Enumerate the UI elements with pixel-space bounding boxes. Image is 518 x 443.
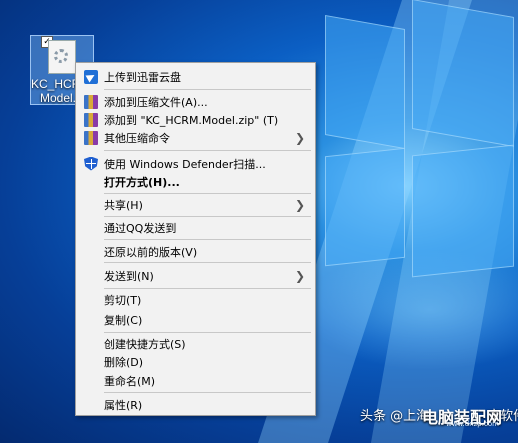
menu-separator	[104, 150, 311, 151]
menu-separator	[104, 392, 311, 393]
chevron-right-icon: ❯	[295, 197, 306, 212]
menu-item-properties[interactable]: 属性(R)	[78, 394, 313, 415]
archive-icon	[84, 130, 98, 145]
menu-separator	[104, 89, 311, 90]
menu-separator	[104, 262, 311, 263]
archive-icon	[84, 112, 98, 127]
menu-item-delete[interactable]: 删除(D)	[78, 351, 313, 372]
menu-item-restore-versions[interactable]: 还原以前的版本(V)	[78, 241, 313, 262]
menu-item-share[interactable]: 共享(H) ❯	[78, 194, 313, 215]
menu-item-other-compress[interactable]: 其他压缩命令 ❯	[78, 127, 313, 148]
menu-item-rename[interactable]: 重命名(M)	[78, 370, 313, 391]
defender-shield-icon	[84, 156, 98, 171]
menu-item-send-via-qq[interactable]: 通过QQ发送到	[78, 217, 313, 238]
menu-item-cut[interactable]: 剪切(T)	[78, 289, 313, 310]
windows-logo-pane	[412, 144, 514, 278]
windows-logo-pane	[412, 0, 514, 147]
menu-item-send-to[interactable]: 发送到(N) ❯	[78, 265, 313, 286]
windows-logo-pane	[325, 147, 405, 267]
windows-logo-pane	[325, 14, 405, 150]
gear-icon	[54, 49, 68, 63]
cloud-upload-icon	[84, 69, 98, 84]
context-menu: 上传到迅雷云盘 添加到压缩文件(A)... 添加到 "KC_HCRM.Model…	[75, 62, 316, 416]
menu-item-copy[interactable]: 复制(C)	[78, 309, 313, 330]
config-file-icon	[48, 40, 76, 74]
chevron-right-icon: ❯	[295, 268, 306, 283]
menu-separator	[104, 239, 311, 240]
archive-icon	[84, 94, 98, 109]
chevron-right-icon: ❯	[295, 130, 306, 145]
menu-item-upload-xunlei[interactable]: 上传到迅雷云盘	[78, 66, 313, 87]
menu-item-open-with[interactable]: 打开方式(H)...	[78, 171, 313, 192]
watermark-url: www.dnzp.com	[446, 420, 499, 428]
